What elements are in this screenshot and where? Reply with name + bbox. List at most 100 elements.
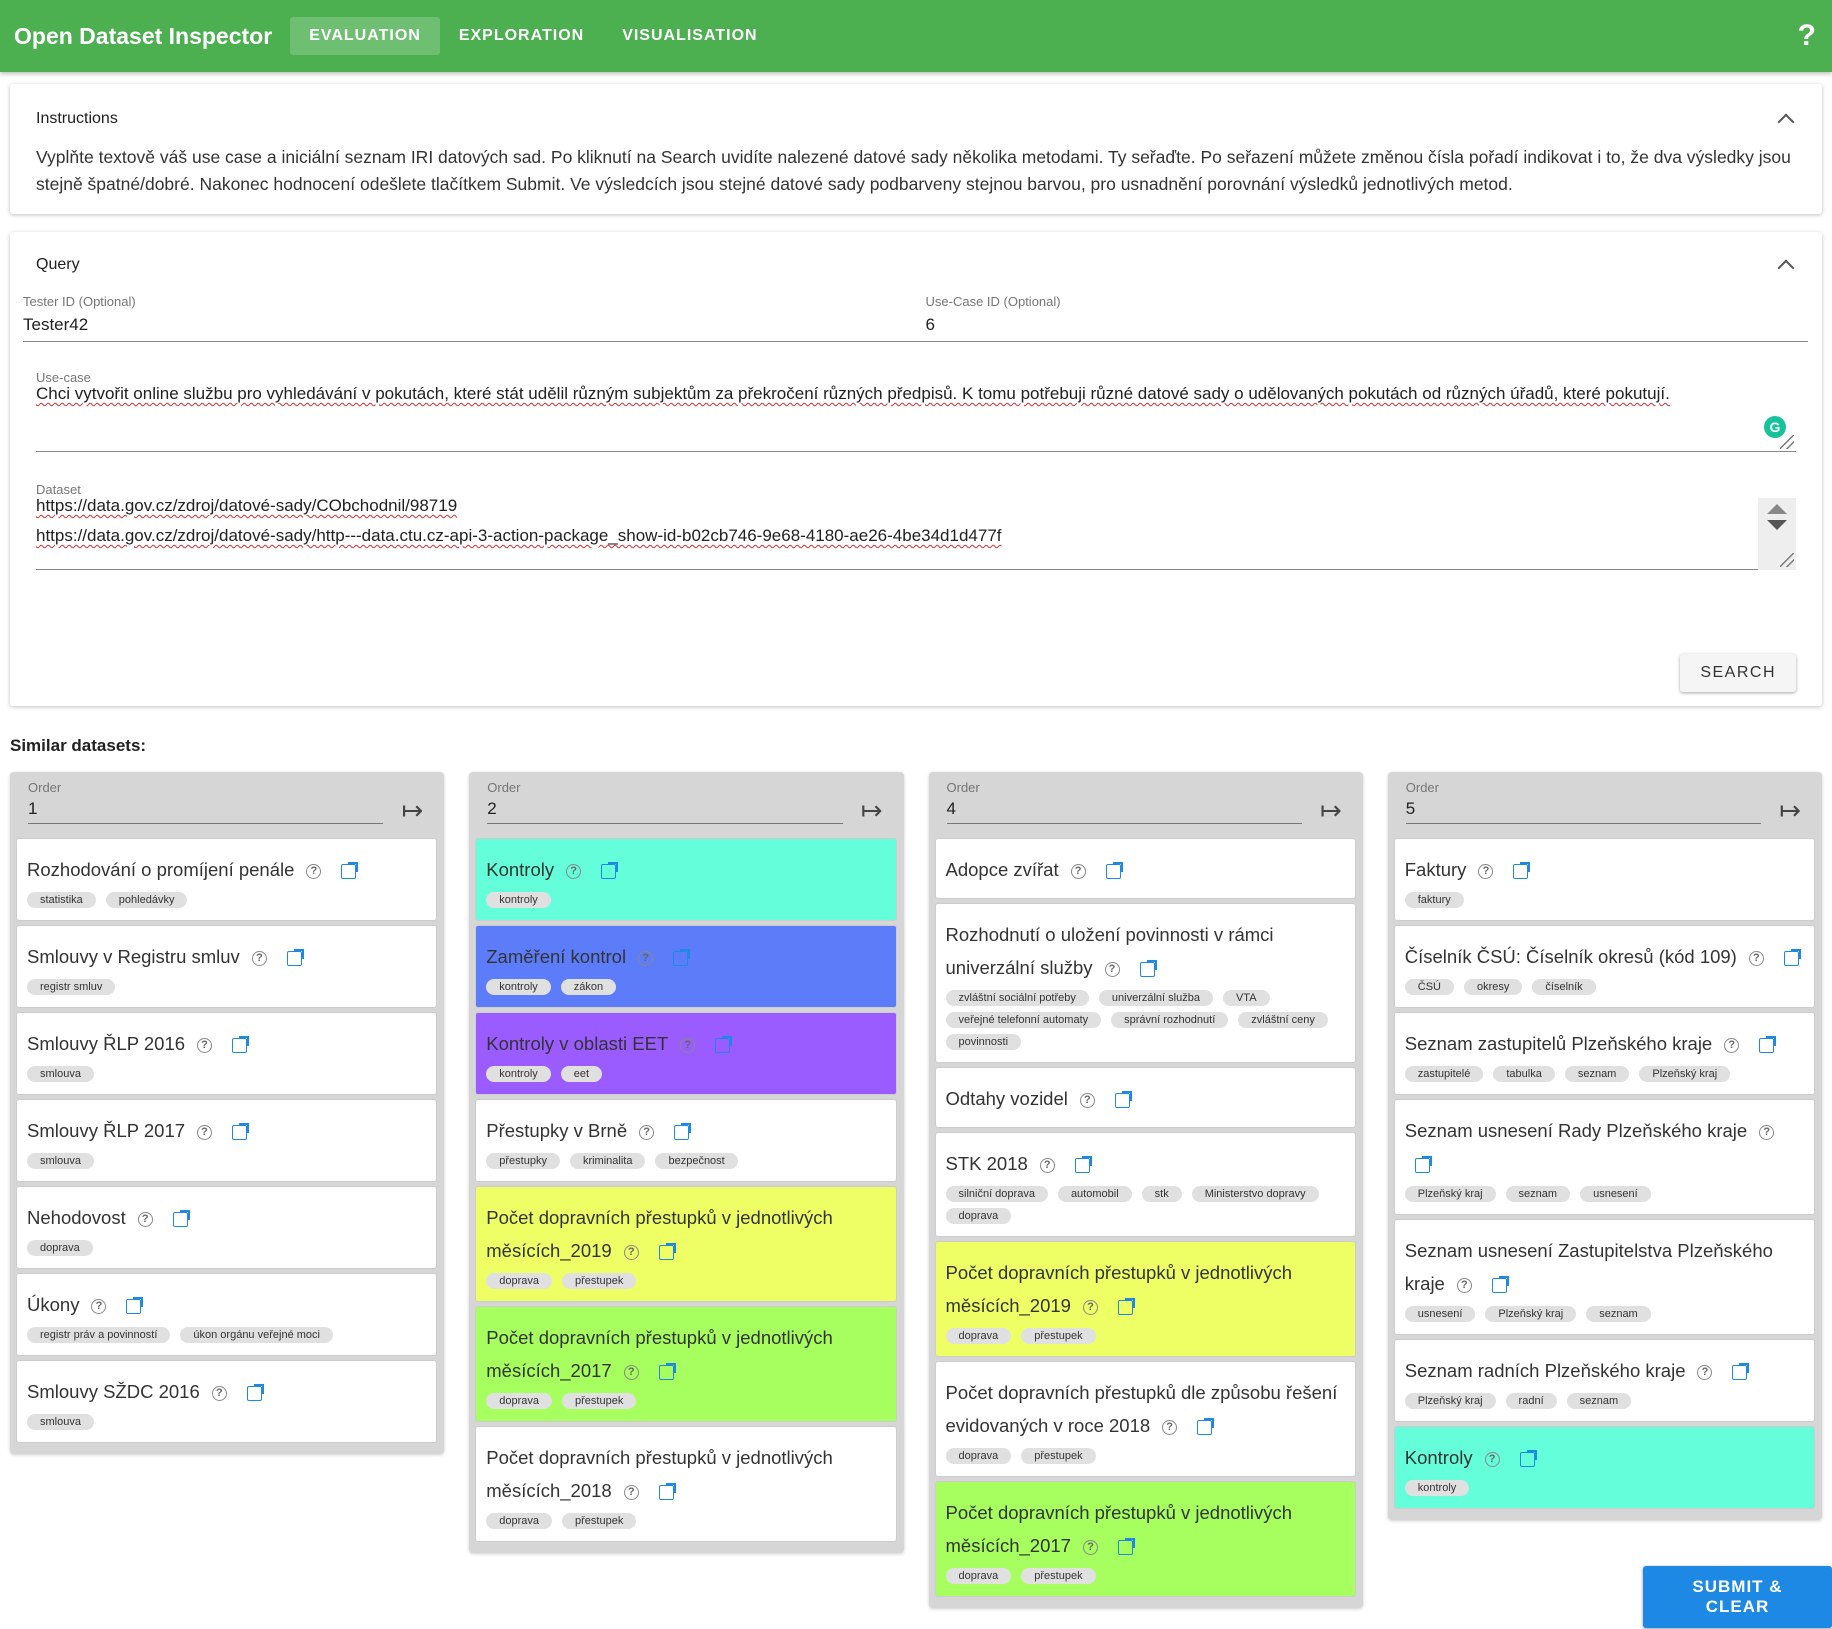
usecase-id-value[interactable]: 6 [926,315,1809,335]
open-external-icon[interactable] [1105,861,1123,879]
help-circle-icon[interactable]: ? [623,1364,639,1380]
order-field[interactable]: Order 2 ↦ [475,780,896,838]
tester-id-value[interactable]: Tester42 [23,315,906,335]
dataset-card[interactable]: Adopce zvířat? [934,838,1356,899]
open-external-icon[interactable] [1117,1297,1135,1315]
open-external-icon[interactable] [658,1242,676,1260]
dataset-card[interactable]: Seznam usnesení Rady Plzeňského kraje? P… [1393,1099,1815,1215]
dataset-card[interactable]: Zaměření kontrol? kontroly zákon [475,925,897,1008]
help-circle-icon[interactable]: ? [1079,1092,1095,1108]
help-circle-icon[interactable]: ? [680,1037,696,1053]
open-external-icon[interactable] [1139,959,1157,977]
tab-evaluation[interactable]: EVALUATION [290,17,440,55]
submit-clear-button[interactable]: SUBMIT & CLEAR [1643,1566,1832,1628]
dataset-card[interactable]: Faktury? faktury [1393,838,1815,921]
open-external-icon[interactable] [1732,1362,1750,1380]
open-external-icon[interactable] [286,948,304,966]
move-to-end-icon[interactable]: ↦ [1779,797,1801,823]
open-external-icon[interactable] [673,948,691,966]
help-circle-icon[interactable]: ? [1082,1539,1098,1555]
help-circle-icon[interactable]: ? [1456,1277,1472,1293]
dataset-card[interactable]: Smlouvy ŘLP 2016? smlouva [16,1012,438,1095]
help-circle-icon[interactable]: ? [211,1385,227,1401]
open-external-icon[interactable] [1491,1275,1509,1293]
help-circle-icon[interactable]: ? [306,863,322,879]
help-circle-icon[interactable]: ? [1082,1299,1098,1315]
tester-id-field[interactable]: Tester ID (Optional) Tester42 [23,294,906,342]
query-header[interactable]: Query [10,240,1822,290]
help-circle-icon[interactable]: ? [197,1124,213,1140]
open-external-icon[interactable] [1513,861,1531,879]
usecase-id-field[interactable]: Use-Case ID (Optional) 6 [905,294,1809,342]
dataset-card[interactable]: Rozhodování o promíjení penále? statisti… [16,838,438,921]
help-circle-icon[interactable]: ? [251,950,267,966]
help-circle-icon[interactable]: ? [1070,863,1086,879]
dataset-card[interactable]: Seznam radních Plzeňského kraje? Plzeňsk… [1393,1339,1815,1422]
help-circle-icon[interactable]: ? [197,1037,213,1053]
open-external-icon[interactable] [232,1122,250,1140]
dataset-card[interactable]: Počet dopravních přestupků dle způsobu ř… [934,1361,1356,1477]
dataset-card[interactable]: Počet dopravních přestupků v jednotlivýc… [475,1426,897,1542]
move-to-end-icon[interactable]: ↦ [861,797,883,823]
open-external-icon[interactable] [715,1035,733,1053]
dataset-card[interactable]: Rozhodnutí o uložení povinnosti v rámci … [934,903,1356,1063]
dataset-card[interactable]: Úkony? registr práv a povinností úkon org… [16,1273,438,1356]
open-external-icon[interactable] [1074,1155,1092,1173]
usecase-text[interactable]: Chci vytvořit online službu pro vyhledáv… [36,379,1796,409]
resize-handle[interactable] [1780,553,1794,567]
open-external-icon[interactable] [126,1296,144,1314]
dataset-card[interactable]: Smlouvy SŽDC 2016? smlouva [16,1360,438,1443]
chevron-up-icon[interactable] [1777,259,1795,277]
dataset-card[interactable]: Odtahy vozidel? [934,1067,1356,1128]
help-circle-icon[interactable]: ? [1104,961,1120,977]
dataset-card[interactable]: Počet dopravních přestupků v jednotlivýc… [934,1481,1356,1597]
open-external-icon[interactable] [1197,1417,1215,1435]
order-value[interactable]: 4 [947,799,1302,819]
open-external-icon[interactable] [172,1209,190,1227]
open-external-icon[interactable] [1414,1155,1432,1173]
open-external-icon[interactable] [341,861,359,879]
open-external-icon[interactable] [1759,1035,1777,1053]
dataset-card[interactable]: Přestupky v Brně? přestupky kriminalita be… [475,1099,897,1182]
open-external-icon[interactable] [601,861,619,879]
dataset-card[interactable]: Počet dopravních přestupků v jednotlivýc… [475,1186,897,1302]
dataset-textarea[interactable]: Dataset https://data.gov.cz/zdroj/datové… [36,482,1796,570]
order-value[interactable]: 5 [1406,799,1761,819]
open-external-icon[interactable] [658,1482,676,1500]
open-external-icon[interactable] [674,1122,692,1140]
open-external-icon[interactable] [1519,1449,1537,1467]
help-circle-icon[interactable]: ? [1478,863,1494,879]
dataset-card[interactable]: STK 2018? silniční doprava automobil stk Mi… [934,1132,1356,1237]
help-circle-icon[interactable]: ? [1039,1157,1055,1173]
dataset-card[interactable]: Číselník ČSÚ: Číselník okresů (kód 109)?… [1393,925,1815,1008]
help-circle-icon[interactable]: ? [1484,1451,1500,1467]
open-external-icon[interactable] [658,1362,676,1380]
help-circle-icon[interactable]: ? [639,1124,655,1140]
dataset-card[interactable]: Kontroly? kontroly [1393,1426,1815,1509]
dataset-card[interactable]: Smlouvy v Registru smluv? registr smluv [16,925,438,1008]
order-field[interactable]: Order 1 ↦ [16,780,437,838]
open-external-icon[interactable] [1114,1090,1132,1108]
instructions-header[interactable]: Instructions [10,94,1822,144]
dataset-card[interactable]: Nehodovost? doprava [16,1186,438,1269]
open-external-icon[interactable] [1783,948,1801,966]
help-circle-icon[interactable]: ? [1724,1037,1740,1053]
help-circle-icon[interactable]: ? [638,950,654,966]
dataset-card[interactable]: Kontroly v oblasti EET? kontroly eet [475,1012,897,1095]
open-external-icon[interactable] [232,1035,250,1053]
order-field[interactable]: Order 4 ↦ [935,780,1356,838]
order-value[interactable]: 1 [28,799,383,819]
dataset-card[interactable]: Seznam zastupitelů Plzeňského kraje? zas… [1393,1012,1815,1095]
move-to-end-icon[interactable]: ↦ [401,797,423,823]
help-circle-icon[interactable]: ? [1697,1364,1713,1380]
help-circle-icon[interactable]: ? [137,1211,153,1227]
help-icon[interactable]: ? [1798,19,1818,53]
dataset-card[interactable]: Smlouvy ŘLP 2017? smlouva [16,1099,438,1182]
dataset-line[interactable]: https://data.gov.cz/zdroj/datové-sady/ht… [36,521,1796,551]
open-external-icon[interactable] [1117,1537,1135,1555]
dataset-card[interactable]: Seznam usnesení Zastupitelstva Plzeňskéh… [1393,1219,1815,1335]
help-circle-icon[interactable]: ? [91,1298,107,1314]
tab-exploration[interactable]: EXPLORATION [440,17,603,55]
help-circle-icon[interactable]: ? [623,1484,639,1500]
resize-handle[interactable] [1780,435,1794,449]
